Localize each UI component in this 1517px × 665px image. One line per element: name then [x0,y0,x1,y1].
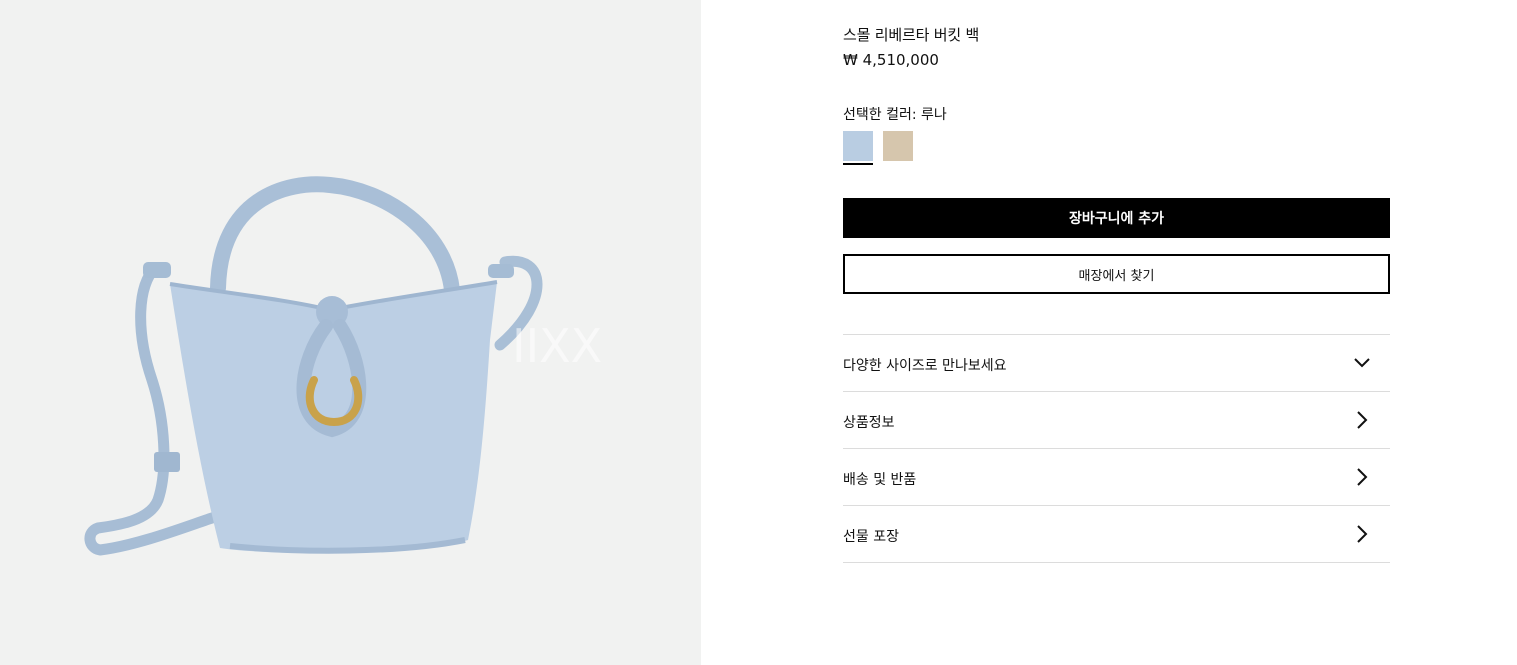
divider [843,562,1390,563]
watermark: IIXX [512,319,602,373]
accordion-product-info[interactable]: 상품정보 [843,391,1390,448]
add-to-cart-button[interactable]: 장바구니에 추가 [843,198,1390,238]
product-price: ₩ 4,510,000 [843,51,939,69]
chevron-right-icon [1357,525,1368,543]
accordion-label: 상품정보 [843,415,895,431]
selected-swatch-indicator [843,163,873,165]
accordion-label: 선물 포장 [843,529,899,545]
find-in-store-button[interactable]: 매장에서 찾기 [843,254,1390,294]
chevron-right-icon [1357,468,1368,486]
accordion-label: 배송 및 반품 [843,472,917,488]
selected-color-label: 선택한 컬러: 루나 [843,107,947,123]
color-swatch-beige[interactable] [883,131,913,161]
accordion-sizes[interactable]: 다양한 사이즈로 만나보세요 [843,334,1390,391]
accordion-gift-wrap[interactable]: 선물 포장 [843,505,1390,562]
product-image-panel: IIXX [0,0,701,665]
accordion-shipping-returns[interactable]: 배송 및 반품 [843,448,1390,505]
product-image: IIXX [84,176,602,556]
product-title: 스몰 리베르타 버킷 백 [843,26,980,44]
color-swatch-luna[interactable] [843,131,873,161]
chevron-right-icon [1357,411,1368,429]
accordion-label: 다양한 사이즈로 만나보세요 [843,358,1007,374]
product-info: 스몰 리베르타 버킷 백 ₩ 4,510,000 선택한 컬러: 루나 장바구니… [843,0,1390,665]
chevron-down-icon [1354,358,1370,368]
